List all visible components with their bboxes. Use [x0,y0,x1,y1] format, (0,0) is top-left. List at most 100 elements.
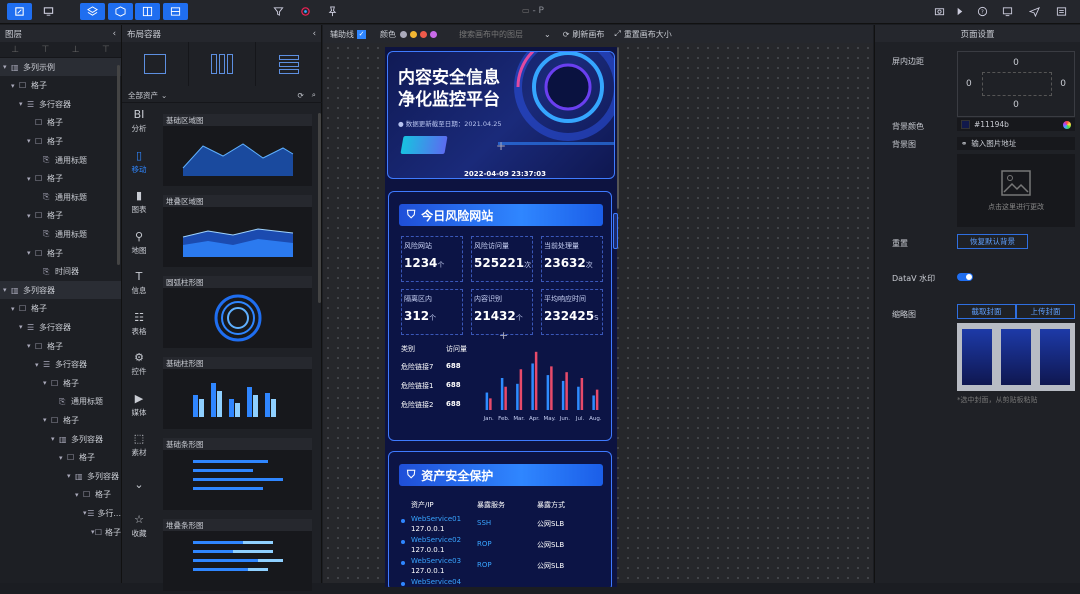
stack-icon[interactable] [163,3,188,20]
component-card[interactable]: 基础条形图 [163,438,312,510]
layer-tree-item[interactable]: ▾ ☰ 多行容器 [0,356,121,374]
align-top-icon[interactable]: ⊥ [11,45,19,55]
mobile-screen-preview[interactable]: 内容安全信息 净化监控平台 ● 数据更新截至日期：2021.04.25 + 202… [385,47,617,587]
upload-cover-button[interactable]: 上传封面 [1016,304,1075,319]
tree-scrollbar[interactable] [117,65,120,265]
reset-background-button[interactable]: 恢复默认背景 [957,234,1028,249]
header-banner[interactable]: 内容安全信息 净化监控平台 ● 数据更新截至日期：2021.04.25 + 202… [387,51,615,179]
layer-tree-item[interactable]: ▾ ☐ 格子 [0,337,121,355]
color-swatch-yellow[interactable] [410,30,417,38]
chevron-down-icon[interactable]: ▾ [75,491,83,499]
capture-cover-button[interactable]: 截取封面 [957,304,1016,319]
edit-icon[interactable] [7,3,32,20]
chevron-down-icon[interactable]: ▾ [11,82,19,90]
padding-right-input[interactable]: 0 [1060,79,1066,89]
chevron-down-icon[interactable]: ▾ [35,361,43,369]
risk-site-section[interactable]: ⛉ 今日风险网站 风险网站 1234个 风险访问量 525221次 当前处理量 23632次… [388,191,612,441]
layer-tree-item[interactable]: ▾ ☐ 格子 [0,449,121,467]
chevron-down-icon[interactable]: ▾ [19,100,27,108]
layer-tree-item[interactable]: ▾ ☐ 格子 [0,170,121,188]
chevron-down-icon[interactable]: ▾ [11,305,19,313]
layer-tree-item[interactable]: ▾ ☐ 格子 [0,77,121,95]
category-nav-item[interactable]: ▶ 媒体 [122,387,156,423]
panel-icon[interactable] [135,3,160,20]
layer-tree-item[interactable]: ▾ ☐ 格子 [0,411,121,429]
asset-name[interactable]: WebService04 [411,577,461,587]
layer-tree-item[interactable]: ▾ ☰ 多行... [0,504,121,522]
category-nav-item[interactable]: ⬚ 素材 [122,427,156,463]
layer-tree-item[interactable]: ⎘ 通用标题 [0,188,121,206]
layer-tree-item[interactable]: ▾ ☐ 格子 [0,207,121,225]
layer-tree-item[interactable]: ▾ ▥ 多列容器 [0,281,121,300]
category-nav-item[interactable]: ⚙ 控件 [122,346,156,382]
display-icon[interactable] [996,3,1018,20]
menu-icon[interactable] [1050,3,1072,20]
padding-bottom-input[interactable]: 0 [958,100,1074,110]
cover-thumbnail[interactable] [957,323,1075,391]
chevron-down-icon[interactable]: ▾ [3,286,11,294]
category-nav-item[interactable]: ▯ 移动 [122,144,156,180]
chevron-down-icon[interactable]: ▾ [27,175,35,183]
color-swatch-purple[interactable] [430,30,437,38]
chevron-down-icon[interactable]: ▾ [51,435,59,443]
layer-tree-item[interactable]: ▾ ☐ 格子 [0,244,121,262]
component-card[interactable]: 圆弧柱形图 [163,276,312,348]
layer-tree-item[interactable]: ▾ ☰ 多行容器 [0,318,121,336]
asset-name[interactable]: WebService02 [411,535,461,545]
category-nav-item[interactable]: ▮ 图表 [122,184,156,220]
asset-name[interactable]: WebService01 [411,514,461,524]
chevron-down-icon[interactable]: ▾ [3,63,11,71]
bgimage-url-input[interactable]: ⚭ 输入图片地址 [957,137,1075,150]
layer-tree-item[interactable]: ▾ ☐ 格子 [0,300,121,318]
watermark-toggle[interactable] [957,273,973,281]
color-picker-icon[interactable] [1063,120,1071,129]
play-icon[interactable] [952,3,966,20]
single-container-icon[interactable] [122,42,189,86]
align-distribute-icon[interactable]: ⊤ [102,45,110,55]
refresh-icon[interactable] [294,3,316,20]
layer-tree-item[interactable]: ▾ ☐ 格子 [0,486,121,504]
layer-tree-item[interactable]: ▾ ☐ 格子 [0,523,121,541]
chevron-down-icon[interactable]: ▾ [43,379,51,387]
collapse-left-icon[interactable]: ‹ [313,29,316,39]
assets-dropdown[interactable]: 全部资产 [128,90,158,101]
category-nav-item[interactable]: ☷ 表格 [122,306,156,342]
chevron-down-icon[interactable]: ▾ [27,212,35,220]
pin-icon[interactable] [321,3,343,20]
layer-tree-item[interactable]: ☐ 格子 [0,114,121,132]
camera-icon[interactable] [928,3,950,20]
layer-tree-item[interactable]: ⎘ 通用标题 [0,225,121,243]
search-icon[interactable]: ⌕ [312,90,316,100]
component-scrollbar[interactable] [318,113,321,303]
asset-protection-section[interactable]: ⛉ 资产安全保护 资产/IP 暴露服务 暴露方式 WebService01 127.0.0… [388,451,612,587]
color-swatch-red[interactable] [420,30,427,38]
chevron-down-icon[interactable]: ⌄ [544,30,551,39]
chevron-down-icon[interactable]: ⌄ [161,91,167,100]
layers-icon[interactable] [80,3,105,20]
refresh-icon[interactable]: ⟳ [563,30,570,39]
resize-handle[interactable] [613,213,618,249]
layer-tree-item[interactable]: ▾ ▥ 多列容器 [0,430,121,448]
send-icon[interactable] [1023,3,1045,20]
collapse-left-icon[interactable]: ‹ [113,29,116,39]
cube-icon[interactable] [108,3,133,20]
category-nav-item[interactable]: ☆ 收藏 [122,508,156,544]
layer-tree-item[interactable]: ⎘ 通用标题 [0,393,121,411]
chevron-down-icon[interactable]: ▾ [59,454,67,462]
chevron-down-icon[interactable]: ▾ [27,342,35,350]
resize-icon[interactable]: ⤢ [614,29,620,39]
guides-checkbox[interactable]: ✓ [357,29,366,39]
align-middle-icon[interactable]: ⊤ [41,45,49,55]
layer-search-input[interactable]: 搜索画布中的图层 [459,29,541,40]
asset-name[interactable]: WebService03 [411,556,461,566]
add-icon[interactable]: + [499,329,508,342]
row-container-icon[interactable] [256,42,322,86]
refresh-icon[interactable]: ⟳ [298,91,304,100]
component-card[interactable]: 基础柱形图 [163,357,312,429]
monitor-icon[interactable] [36,3,61,20]
chevron-down-icon[interactable]: ▾ [27,137,35,145]
column-container-icon[interactable] [189,42,256,86]
refresh-canvas-button[interactable]: 刷新画布 [572,29,604,40]
color-swatch-gray[interactable] [400,30,407,38]
filter-icon[interactable] [267,3,289,20]
